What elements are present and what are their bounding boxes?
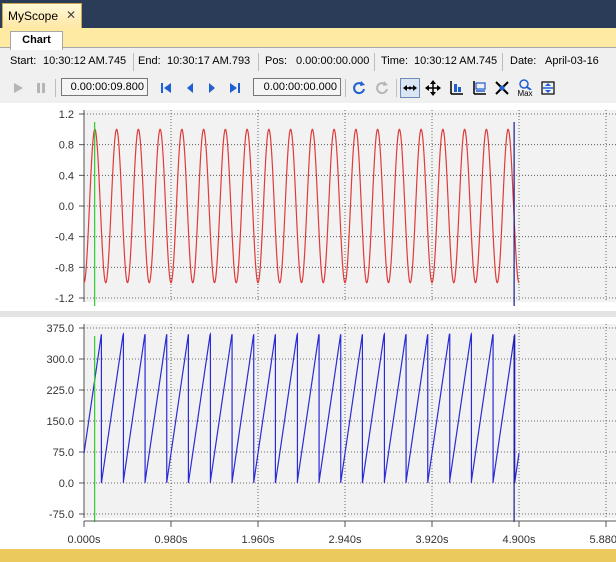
time-value: 10:30:12 AM.745	[414, 55, 498, 67]
pos-label: Pos:	[265, 55, 288, 67]
document-tab-label: MyScope	[8, 9, 59, 23]
redo-icon[interactable]	[372, 78, 392, 98]
divider	[345, 79, 346, 97]
x-tick-label: 0.980s	[154, 534, 188, 546]
scope-chart[interactable]: 1.2 0.8 0.4 0.0 -0.4 -0.8 -1.2 375.0 300.0 225.0 1…	[0, 103, 616, 549]
y-tick-label: 225.0	[46, 385, 74, 397]
zoom-max-icon	[519, 78, 532, 90]
date-label: Date:	[510, 55, 537, 67]
toolbar: 0.00:00:09.800 0.00:00:00.000 Max	[0, 75, 616, 101]
x-tick-label: 1.960s	[241, 534, 275, 546]
close-icon[interactable]: ✕	[66, 8, 76, 22]
clear-zoom-icon[interactable]	[492, 78, 512, 98]
pause-icon[interactable]	[31, 78, 51, 98]
date-value: April-03-16	[545, 55, 599, 67]
zoom-max-label: Max	[517, 88, 533, 98]
y-tick-label: -0.4	[55, 232, 74, 244]
info-bar: Start: 10:30:12 AM.745 End: 10:30:17 AM.…	[0, 51, 616, 73]
y-tick-label: 300.0	[46, 354, 74, 366]
divider	[258, 53, 259, 71]
x-tick-label: 2.940s	[328, 534, 362, 546]
panel-divider	[0, 311, 616, 317]
position-field[interactable]: 0.00:00:00.000	[253, 78, 341, 96]
pan-horizontal-icon[interactable]	[400, 78, 420, 98]
time-label: Time:	[381, 55, 409, 67]
y-tick-label: 1.2	[59, 109, 74, 121]
divider	[396, 79, 397, 97]
end-label: End:	[138, 55, 161, 67]
tab-chart[interactable]: Chart	[10, 31, 63, 50]
end-value: 10:30:17 AM.793	[167, 55, 251, 67]
y-tick-label: 150.0	[46, 416, 74, 428]
document-tab[interactable]: MyScope ✕	[2, 3, 82, 28]
step-forward-icon[interactable]	[202, 78, 222, 98]
y-tick-label: 0.0	[59, 478, 74, 490]
fit-all-icon[interactable]	[538, 78, 558, 98]
y-tick-label: 0.0	[59, 201, 74, 213]
x-tick-label: 5.880s	[589, 534, 616, 546]
y-tick-label: 0.8	[59, 140, 74, 152]
status-strip	[0, 549, 616, 562]
title-strip	[0, 0, 616, 28]
start-value: 10:30:12 AM.745	[43, 55, 127, 67]
x-tick-label: 0.000s	[67, 534, 101, 546]
divider	[55, 79, 56, 97]
x-tick-label: 3.920s	[415, 534, 449, 546]
y-tick-label: 375.0	[46, 323, 74, 335]
skip-first-icon[interactable]	[156, 78, 176, 98]
y-tick-label: -75.0	[49, 509, 74, 521]
skip-last-icon[interactable]	[225, 78, 245, 98]
play-icon[interactable]	[8, 78, 28, 98]
step-back-icon[interactable]	[180, 78, 200, 98]
pan-move-icon[interactable]	[423, 78, 443, 98]
duration-field[interactable]: 0.00:00:09.800	[61, 78, 148, 96]
divider	[133, 53, 134, 71]
y-tick-label: -1.2	[55, 293, 74, 305]
x-tick-label: 4.900s	[502, 534, 536, 546]
zoom-y-icon[interactable]	[469, 78, 489, 98]
y-tick-label: 0.4	[59, 170, 74, 182]
refresh-icon[interactable]	[349, 78, 369, 98]
start-label: Start:	[10, 55, 37, 67]
divider	[374, 53, 375, 71]
y-tick-label: -0.8	[55, 262, 74, 274]
zoom-x-icon[interactable]	[446, 78, 466, 98]
y-tick-label: 75.0	[53, 447, 74, 459]
pos-value: 0.00:00:00.000	[296, 55, 370, 67]
scope-chart-area[interactable]: 1.2 0.8 0.4 0.0 -0.4 -0.8 -1.2 375.0 300.0 225.0 1…	[0, 103, 616, 562]
divider	[502, 53, 503, 71]
zoom-max-button[interactable]: Max	[515, 78, 535, 98]
